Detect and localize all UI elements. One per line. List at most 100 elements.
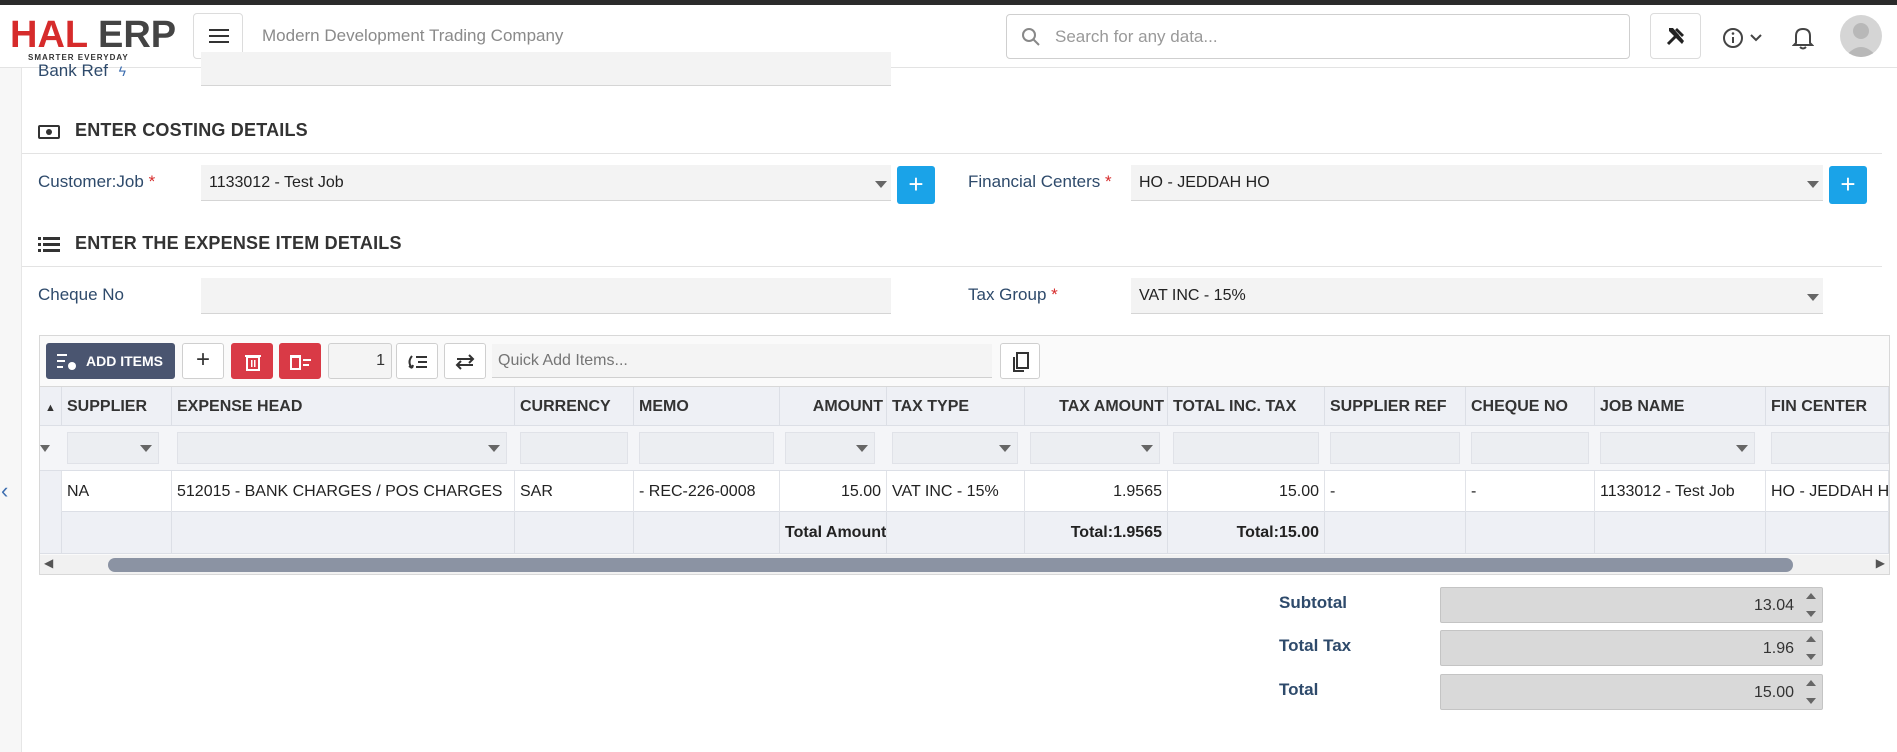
spin-down-icon[interactable] — [1806, 698, 1816, 704]
column-header[interactable]: FIN CENTER — [1766, 387, 1889, 426]
table-row[interactable]: NA 512015 - BANK CHARGES / POS CHARGES S… — [40, 470, 1889, 513]
customer-job-label-text: Customer:Job — [38, 172, 144, 191]
quick-add-items-input[interactable] — [492, 344, 992, 378]
cell-total-inc-tax[interactable]: 15.00 — [1168, 471, 1325, 513]
subtotal-field[interactable]: 13.04 — [1440, 587, 1823, 623]
sort-rows-button[interactable] — [396, 343, 438, 379]
add-financial-center-button[interactable]: + — [1829, 166, 1867, 204]
cell-job-name[interactable]: 1133012 - Test Job — [1595, 471, 1766, 513]
sidebar-collapse-bar[interactable]: ‹ — [0, 68, 22, 752]
filter-currency[interactable] — [520, 432, 628, 464]
financial-centers-label-text: Financial Centers — [968, 172, 1101, 191]
cell-fin-center[interactable]: HO - JEDDAH HO — [1766, 471, 1889, 513]
cell-supplier-ref[interactable]: - — [1325, 471, 1466, 513]
filter-tax-amount[interactable] — [1030, 432, 1160, 464]
delete-row-button[interactable] — [231, 343, 273, 379]
column-header[interactable]: AMOUNT — [780, 387, 887, 426]
chevron-down-icon — [999, 445, 1011, 452]
cell-supplier[interactable]: NA — [62, 471, 172, 513]
spin-down-icon[interactable] — [1806, 611, 1816, 617]
user-icon — [1845, 23, 1877, 57]
column-header[interactable]: MEMO — [634, 387, 780, 426]
column-header[interactable]: TAX TYPE — [887, 387, 1025, 426]
cell-expense-head[interactable]: 512015 - BANK CHARGES / POS CHARGES — [172, 471, 515, 513]
sort-up-icon: ▲ — [45, 402, 56, 414]
quantity-field[interactable]: 1 — [328, 343, 392, 379]
app-logo[interactable]: HAL ERP SMARTER EVERYDAY — [10, 14, 177, 62]
search-input[interactable] — [1055, 23, 1615, 51]
add-items-button[interactable]: ADD ITEMS — [46, 343, 175, 379]
column-header[interactable]: SUPPLIER REF — [1325, 387, 1466, 426]
delete-all-rows-button[interactable] — [279, 343, 321, 379]
tax-group-label-text: Tax Group — [968, 285, 1047, 304]
spin-up-icon[interactable] — [1806, 680, 1816, 686]
row-selector[interactable] — [40, 471, 62, 513]
user-avatar[interactable] — [1840, 15, 1882, 57]
filter-job-name[interactable] — [1600, 432, 1755, 464]
column-header[interactable]: CHEQUE NO — [1466, 387, 1595, 426]
column-header[interactable]: TAX AMOUNT — [1025, 387, 1168, 426]
bank-ref-field[interactable] — [201, 52, 891, 86]
financial-centers-select[interactable]: HO - JEDDAH HO — [1131, 165, 1823, 201]
add-row-button[interactable]: + — [182, 343, 224, 379]
summary-spacer — [515, 512, 634, 554]
column-header[interactable]: CURRENCY — [515, 387, 634, 426]
horizontal-scrollbar[interactable]: ◀ ▶ — [40, 555, 1889, 574]
column-header[interactable]: TOTAL INC. TAX — [1168, 387, 1325, 426]
copy-button[interactable] — [1000, 343, 1040, 379]
column-header[interactable]: EXPENSE HEAD — [172, 387, 515, 426]
filter-cheque-no[interactable] — [1471, 432, 1589, 464]
notifications-button[interactable] — [1791, 26, 1815, 55]
tools-button[interactable] — [1650, 13, 1701, 59]
chevron-left-icon[interactable]: ‹ — [1, 478, 8, 504]
tax-group-select[interactable]: VAT INC - 15% — [1131, 278, 1823, 314]
cell-tax-amount[interactable]: 1.9565 — [1025, 471, 1168, 513]
filter-memo[interactable] — [639, 432, 774, 464]
total-label: Total — [1279, 680, 1319, 699]
filter-total-inc-tax[interactable] — [1173, 432, 1319, 464]
logo-erp-text: ERP — [97, 14, 177, 56]
spin-down-icon[interactable] — [1806, 654, 1816, 660]
swap-arrows-icon — [455, 354, 475, 370]
subtotal-value: 13.04 — [1753, 597, 1794, 614]
scroll-left-icon[interactable]: ◀ — [44, 556, 53, 570]
total-field[interactable]: 15.00 — [1440, 674, 1823, 710]
info-dropdown[interactable] — [1722, 27, 1762, 54]
trash-list-icon — [290, 355, 311, 370]
row-selector-header[interactable]: ▲ — [40, 387, 62, 426]
scroll-right-icon[interactable]: ▶ — [1876, 556, 1885, 570]
filter-expense-head[interactable] — [177, 432, 507, 464]
cell-cheque-no[interactable]: - — [1466, 471, 1595, 513]
summary-spacer — [887, 512, 1025, 554]
filter-tax-type[interactable] — [892, 432, 1018, 464]
add-customer-job-button[interactable]: + — [897, 166, 935, 204]
filter-fin-center[interactable] — [1771, 432, 1889, 464]
lightning-icon: ϟ — [118, 63, 127, 79]
swap-button[interactable] — [444, 343, 486, 379]
summary-spacer — [1766, 512, 1889, 554]
summary-spacer — [634, 512, 780, 554]
cell-currency[interactable]: SAR — [515, 471, 634, 513]
spin-up-icon[interactable] — [1806, 593, 1816, 599]
customer-job-select[interactable]: 1133012 - Test Job — [201, 165, 891, 201]
cell-amount[interactable]: 15.00 — [780, 471, 887, 513]
spin-up-icon[interactable] — [1806, 636, 1816, 642]
column-header[interactable]: SUPPLIER — [62, 387, 172, 426]
filter-supplier-ref[interactable] — [1330, 432, 1460, 464]
chevron-down-icon — [140, 445, 152, 452]
filter-amount[interactable] — [785, 432, 875, 464]
chevron-down-icon — [1141, 445, 1153, 452]
global-search[interactable] — [1006, 14, 1630, 59]
scrollbar-thumb[interactable] — [108, 558, 1793, 572]
summary-total-inc-tax: Total:15.00 — [1168, 512, 1325, 554]
cell-tax-type[interactable]: VAT INC - 15% — [887, 471, 1025, 513]
filter-supplier[interactable] — [67, 432, 159, 464]
tools-icon — [1666, 28, 1684, 46]
total-tax-field[interactable]: 1.96 — [1440, 630, 1823, 666]
column-header[interactable]: JOB NAME — [1595, 387, 1766, 426]
chevron-down-icon — [1736, 445, 1748, 452]
chevron-down-icon — [488, 445, 500, 452]
costing-section-header: ENTER COSTING DETAILS — [22, 110, 1882, 154]
cell-memo[interactable]: - REC-226-0008 — [634, 471, 780, 513]
cheque-no-field[interactable] — [201, 278, 891, 314]
